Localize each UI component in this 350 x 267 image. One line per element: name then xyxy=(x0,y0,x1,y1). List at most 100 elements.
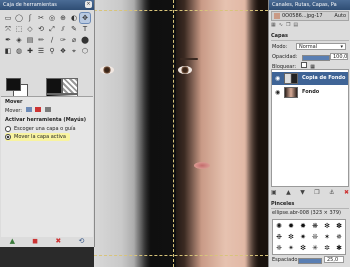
tool-icon: ʃ xyxy=(28,14,32,22)
tool-button[interactable]: ✑ xyxy=(58,35,68,45)
tool-button[interactable]: T xyxy=(80,24,90,34)
color-selector[interactable] xyxy=(6,78,28,97)
tool-button[interactable]: ❖ xyxy=(58,46,68,56)
tool-button[interactable]: ◍ xyxy=(14,46,24,56)
paths-tab-icon[interactable]: ∿ xyxy=(279,22,283,29)
tool-button[interactable]: ⚲ xyxy=(47,46,57,56)
tool-button[interactable]: ☰ xyxy=(36,46,46,56)
tool-button[interactable]: ◐ xyxy=(69,13,79,23)
radio-move-active-layer[interactable]: Mover la capa activa xyxy=(5,133,70,141)
save-options-icon[interactable]: ▲ xyxy=(10,237,15,245)
brush-item[interactable]: ✷ xyxy=(297,231,309,242)
layer-mode-icon[interactable] xyxy=(25,107,32,112)
tool-button[interactable]: ◯ xyxy=(14,13,24,23)
image-selector[interactable]: 0O0586...jpg-17 Auto xyxy=(271,11,349,21)
brush-item[interactable]: ❋ xyxy=(309,220,321,231)
foreground-color-swatch[interactable] xyxy=(6,78,21,91)
brush-item[interactable]: ✻ xyxy=(321,220,333,231)
tool-button[interactable]: ▤ xyxy=(25,35,35,45)
tool-button[interactable]: ⌀ xyxy=(69,35,79,45)
layers-footer: ▣ ▲ ▼ ❐ ⚓ ✖ xyxy=(271,189,349,198)
tool-button[interactable]: ⫽ xyxy=(58,24,68,34)
tool-button[interactable]: ⟲ xyxy=(36,24,46,34)
tool-button[interactable]: ⤧ xyxy=(3,24,13,34)
radio-pick-layer[interactable]: Escoger una capa o guía xyxy=(5,125,76,133)
brush-item[interactable]: ❈ xyxy=(273,242,285,253)
tool-button[interactable]: ✥ xyxy=(79,12,91,24)
duplicate-layer-icon[interactable]: ❐ xyxy=(314,189,319,198)
tool-button[interactable]: ⌖ xyxy=(69,46,79,56)
path-mode-icon[interactable] xyxy=(44,107,51,112)
close-icon[interactable]: × xyxy=(85,1,92,8)
brush-item[interactable]: ❉ xyxy=(273,231,285,242)
brush-item[interactable]: ✺ xyxy=(273,220,285,231)
brush-item[interactable]: ✳ xyxy=(309,242,321,253)
visibility-eye-icon[interactable]: ◉ xyxy=(275,72,280,85)
brush-item[interactable]: ✶ xyxy=(321,231,333,242)
brush-item[interactable]: ✲ xyxy=(321,242,333,253)
dock-titlebar[interactable]: Canales, Rutas, Capas, Pa xyxy=(269,0,350,10)
brush-item[interactable]: ✵ xyxy=(333,231,345,242)
active-brush-preview[interactable] xyxy=(46,78,62,94)
spacing-slider[interactable] xyxy=(298,258,322,264)
brush-item[interactable]: ✹ xyxy=(285,220,297,231)
move-label: Mover: xyxy=(5,108,23,114)
palette-tab-icon[interactable]: ▤ xyxy=(293,22,298,29)
lock-checkbox[interactable] xyxy=(300,62,307,68)
reset-options-icon[interactable]: ⟲ xyxy=(78,237,84,245)
image-canvas[interactable] xyxy=(94,0,268,267)
raise-layer-icon[interactable]: ▲ xyxy=(286,189,291,198)
opacity-slider[interactable] xyxy=(302,55,330,61)
tool-button[interactable]: ▭ xyxy=(3,13,13,23)
new-layer-icon[interactable]: ▣ xyxy=(271,189,277,198)
tool-button[interactable]: ⬚ xyxy=(14,24,24,34)
selection-mode-icon[interactable] xyxy=(35,107,42,112)
tool-icon: ⬡ xyxy=(81,47,89,55)
anchor-layer-icon[interactable]: ⚓ xyxy=(329,189,334,198)
tool-icon: ⤧ xyxy=(5,24,11,33)
active-pattern-preview[interactable] xyxy=(62,78,78,94)
tool-button[interactable]: ✏ xyxy=(36,35,46,45)
tool-button[interactable]: ✒ xyxy=(3,35,13,45)
layer-row-background[interactable]: ◉ Fondo xyxy=(272,86,348,99)
brush-item[interactable]: ✸ xyxy=(297,220,309,231)
tool-button[interactable]: ✂ xyxy=(36,13,46,23)
restore-options-icon[interactable]: ◼ xyxy=(32,237,38,245)
tool-options-title: Mover xyxy=(5,99,23,105)
brush-item[interactable]: ✽ xyxy=(333,220,345,231)
spacing-value[interactable]: 25,0 xyxy=(324,256,344,263)
brush-item[interactable]: ✴ xyxy=(285,242,297,253)
tool-button[interactable]: ✎ xyxy=(69,24,79,34)
tool-button[interactable]: ⊕ xyxy=(58,13,68,23)
tool-button[interactable]: ◧ xyxy=(3,46,13,56)
radio-icon[interactable] xyxy=(5,125,11,132)
mode-dropdown[interactable]: Normal ▾ xyxy=(296,43,346,50)
toolbox-titlebar[interactable]: Caja de herramientas xyxy=(0,0,94,10)
tool-button[interactable]: ⬤ xyxy=(80,35,90,45)
tool-button[interactable]: ʃ xyxy=(25,13,35,23)
radio-selected-icon[interactable] xyxy=(5,133,11,140)
delete-layer-icon[interactable]: ✖ xyxy=(344,189,349,198)
tool-button[interactable]: ⤢ xyxy=(47,24,57,34)
tool-icon: ◧ xyxy=(4,47,12,55)
brush-item[interactable]: ❊ xyxy=(309,231,321,242)
tool-button[interactable]: ◇ xyxy=(25,24,35,34)
layers-tab-icon[interactable]: ❐ xyxy=(286,22,290,29)
opacity-value[interactable]: 100,0 xyxy=(330,53,348,60)
layers-section-title: Capas xyxy=(271,32,349,41)
lower-layer-icon[interactable]: ▼ xyxy=(300,189,305,198)
channels-tab-icon[interactable]: ▦ xyxy=(271,22,276,29)
brush-item[interactable]: ❇ xyxy=(297,242,309,253)
delete-options-icon[interactable]: ✖ xyxy=(55,237,61,245)
tool-button[interactable]: ◈ xyxy=(14,35,24,45)
brush-item[interactable]: ✱ xyxy=(333,242,345,253)
visibility-eye-icon[interactable]: ◉ xyxy=(275,86,280,99)
lips xyxy=(194,162,210,169)
brush-item[interactable]: ✼ xyxy=(285,231,297,242)
layer-row-copy[interactable]: ◉ Copia de Fondo xyxy=(272,72,348,85)
tool-button[interactable]: ∕ xyxy=(47,35,57,45)
auto-button[interactable]: Auto xyxy=(334,12,346,20)
tool-button[interactable]: ◎ xyxy=(47,13,57,23)
tool-button[interactable]: ⬡ xyxy=(80,46,90,56)
tool-button[interactable]: ✚ xyxy=(25,46,35,56)
